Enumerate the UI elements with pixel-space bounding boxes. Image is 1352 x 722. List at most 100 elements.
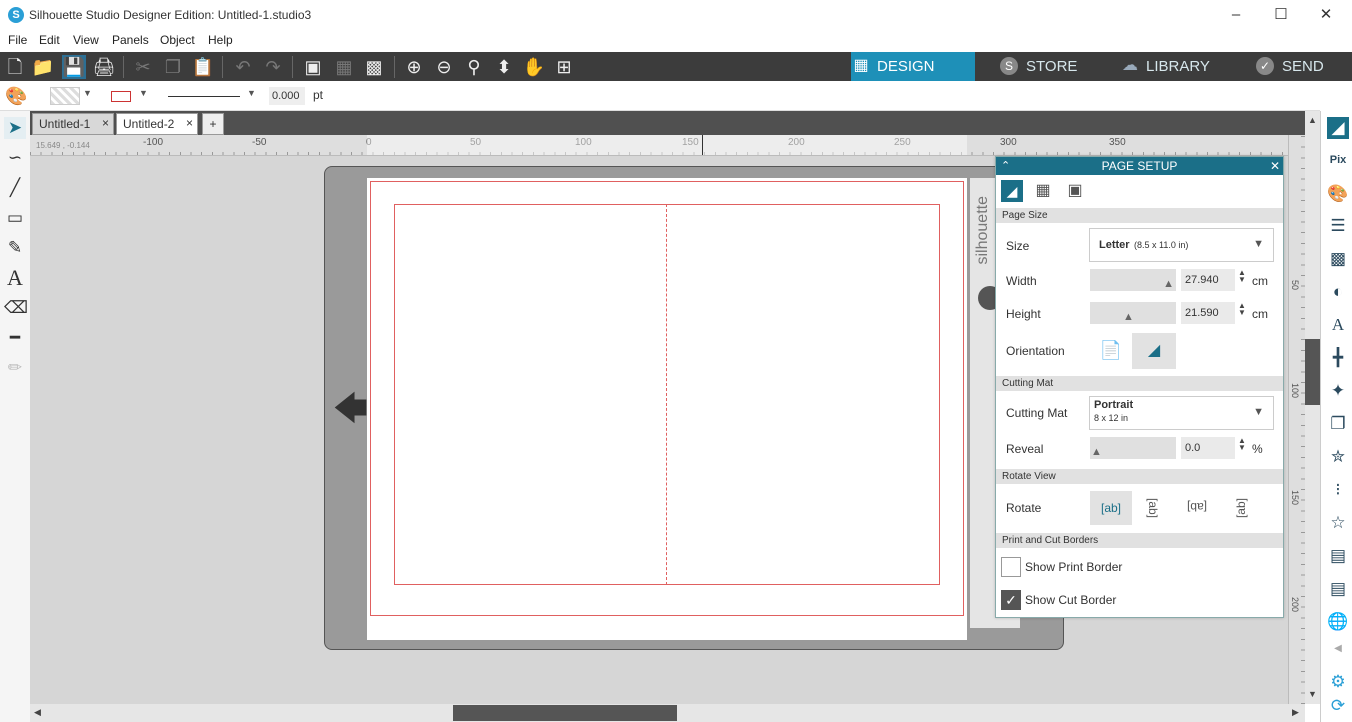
ungroup-icon[interactable]: ▦	[332, 55, 356, 79]
close-window-icon[interactable]: ✕	[1306, 4, 1346, 26]
width-input[interactable]: 27.940	[1181, 269, 1235, 291]
contrast-icon[interactable]: ◐	[1327, 281, 1349, 303]
star-burst-icon[interactable]: ✮	[1327, 446, 1349, 468]
slider-handle[interactable]: ▲	[1163, 278, 1174, 290]
line-width-input[interactable]: 0.000	[269, 87, 305, 105]
sketch-icon[interactable]: ▤	[1327, 578, 1349, 600]
open-folder-icon[interactable]: 📁	[31, 55, 55, 79]
slider-handle[interactable]: ▲	[1123, 311, 1134, 323]
copy-icon[interactable]: ❐	[161, 55, 185, 79]
tab-design[interactable]: ▦ DESIGN	[851, 52, 975, 81]
hand-pan-icon[interactable]: ✋	[522, 55, 546, 79]
scroll-down-icon[interactable]: ▼	[1308, 689, 1317, 699]
transform-icon[interactable]: ✦	[1327, 380, 1349, 402]
point-edit-icon[interactable]: ∽	[4, 147, 26, 169]
menu-edit[interactable]: Edit	[39, 33, 60, 47]
add-tab-button[interactable]: +	[202, 113, 224, 135]
page-setup-tab-icon[interactable]: ◢	[1001, 180, 1023, 202]
line-tool-icon[interactable]: ╱	[4, 177, 26, 199]
line-color-swatch[interactable]	[111, 91, 131, 102]
scroll-right-icon[interactable]: ▶	[1292, 707, 1299, 718]
select-arrow-icon[interactable]: ➤	[4, 117, 26, 139]
rotate-180-button[interactable]: [ab]	[1177, 492, 1217, 524]
horizontal-scrollbar[interactable]: ◀ ▶	[30, 704, 1305, 722]
reveal-slider[interactable]: ▲	[1090, 437, 1176, 459]
vertical-scrollbar[interactable]: ▲ ▼	[1305, 111, 1320, 704]
pixscan-icon[interactable]: Pix	[1327, 149, 1349, 171]
align-icon[interactable]: ╋	[1327, 347, 1349, 369]
registration-marks-tab-icon[interactable]: ▣	[1064, 180, 1086, 202]
print-icon[interactable]: 🖨	[92, 55, 116, 79]
zoom-out-icon[interactable]: ⊖	[432, 55, 456, 79]
height-slider[interactable]: ▲	[1090, 302, 1176, 324]
zoom-select-icon[interactable]: ⚲	[462, 55, 486, 79]
close-tab-icon[interactable]: ×	[102, 116, 109, 130]
reveal-stepper[interactable]: ▲ ▼	[1238, 437, 1246, 452]
gear-icon[interactable]: ⚙	[1327, 671, 1349, 693]
redo-icon[interactable]: ↷	[261, 55, 285, 79]
pan-vertical-icon[interactable]: ⬍	[492, 55, 516, 79]
rotate-0-button[interactable]: [ab]	[1090, 491, 1132, 525]
trace-dots-icon[interactable]: ⁝	[1327, 479, 1349, 501]
menu-object[interactable]: Object	[160, 33, 195, 47]
width-stepper[interactable]: ▲ ▼	[1238, 269, 1246, 284]
chevron-down-icon[interactable]: ▼	[247, 88, 256, 98]
collapse-icon[interactable]: ⌃	[1001, 157, 1010, 175]
cutting-mat-dropdown[interactable]: Portrait 8 x 12 in ▼	[1089, 396, 1274, 430]
scrollbar-thumb[interactable]	[453, 705, 677, 721]
page-setup-icon[interactable]: ◢	[1327, 117, 1349, 139]
chevron-down-icon[interactable]: ▼	[139, 88, 148, 98]
text-style-icon[interactable]: A	[1327, 314, 1349, 336]
scroll-up-icon[interactable]: ▲	[1308, 115, 1317, 125]
modify-icon[interactable]: ❐	[1327, 413, 1349, 435]
doc-tab-untitled-1[interactable]: Untitled-1 ×	[32, 113, 114, 135]
collapse-left-icon[interactable]: ◀	[1327, 638, 1349, 660]
tab-send[interactable]: ✓ SEND	[1256, 52, 1346, 81]
star-icon[interactable]: ☆	[1327, 512, 1349, 534]
width-slider[interactable]: ▲	[1090, 269, 1176, 291]
show-cut-border-checkbox[interactable]: ✓	[1001, 590, 1021, 610]
new-file-icon[interactable]: 🗋	[3, 55, 27, 79]
text-tool-icon[interactable]: A	[4, 267, 26, 289]
paste-icon[interactable]: 📋	[191, 55, 215, 79]
cut-icon[interactable]: ✂	[131, 55, 155, 79]
pencil-icon[interactable]: ✎	[4, 237, 26, 259]
globe-icon[interactable]: 🌐	[1327, 611, 1349, 633]
scrollbar-thumb[interactable]	[1305, 339, 1320, 405]
fill-pattern-icon[interactable]: ▩	[1327, 248, 1349, 270]
eyedropper-icon[interactable]: ✏	[4, 357, 26, 379]
menu-panels[interactable]: Panels	[112, 33, 149, 47]
portrait-orientation-icon[interactable]: 📄	[1094, 334, 1128, 366]
slider-handle[interactable]: ▲	[1091, 446, 1102, 458]
close-tab-icon[interactable]: ×	[186, 116, 193, 130]
select-all-icon[interactable]: ▩	[362, 55, 386, 79]
sync-icon[interactable]: ⟳	[1327, 695, 1349, 717]
menu-view[interactable]: View	[73, 33, 99, 47]
eraser-icon[interactable]: ⌫	[4, 297, 28, 319]
chevron-down-icon[interactable]: ▼	[83, 88, 92, 98]
height-input[interactable]: 21.590	[1181, 302, 1235, 324]
rotate-270-button[interactable]: [ab]	[1224, 488, 1256, 528]
line-style-icon[interactable]: ☰	[1327, 215, 1349, 237]
show-print-border-checkbox[interactable]	[1001, 557, 1021, 577]
tab-library[interactable]: ☁ LIBRARY	[1120, 52, 1240, 81]
reveal-input[interactable]: 0.0	[1181, 437, 1235, 459]
menu-file[interactable]: File	[8, 33, 27, 47]
save-icon[interactable]: 💾	[62, 55, 86, 79]
fill-pattern-swatch[interactable]	[50, 87, 80, 105]
tab-store[interactable]: S STORE	[1000, 52, 1110, 81]
close-panel-icon[interactable]: ✕	[1270, 157, 1280, 175]
landscape-orientation-icon[interactable]: ◢	[1132, 333, 1176, 369]
scroll-left-icon[interactable]: ◀	[34, 707, 41, 718]
group-icon[interactable]: ▣	[301, 55, 325, 79]
doc-tab-untitled-2[interactable]: Untitled-2 ×	[116, 113, 198, 135]
rectangle-tool-icon[interactable]: ▭	[4, 207, 26, 229]
maximize-icon[interactable]: ☐	[1261, 4, 1301, 26]
minimize-icon[interactable]: –	[1216, 4, 1256, 26]
fit-page-icon[interactable]: ⊞	[552, 55, 576, 79]
size-dropdown[interactable]: Letter (8.5 x 11.0 in) ▼	[1089, 228, 1274, 262]
line-style-preview[interactable]	[168, 96, 240, 97]
menu-help[interactable]: Help	[208, 33, 233, 47]
mat-load-arrow-icon[interactable]: 🡄	[333, 392, 368, 426]
library-card-icon[interactable]: ▤	[1327, 545, 1349, 567]
